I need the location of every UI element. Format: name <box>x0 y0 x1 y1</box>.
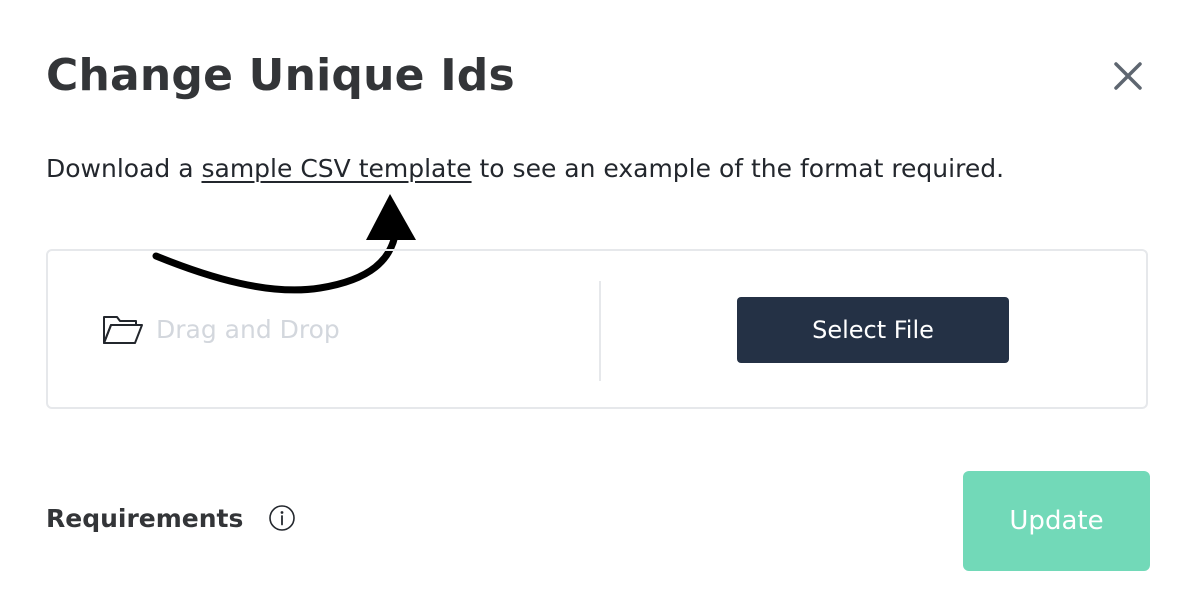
sample-csv-template-link[interactable]: sample CSV template <box>201 154 471 183</box>
update-button[interactable]: Update <box>963 471 1150 571</box>
folder-icon <box>103 316 143 344</box>
dialog-title: Change Unique Ids <box>46 50 515 101</box>
close-icon[interactable] <box>1110 58 1146 94</box>
drag-and-drop-label: Drag and Drop <box>156 315 340 344</box>
info-icon[interactable] <box>268 504 296 532</box>
change-unique-ids-dialog: Change Unique Ids Download a sample CSV … <box>0 0 1186 616</box>
requirements-label: Requirements <box>46 504 244 533</box>
file-dropzone[interactable]: Drag and Drop Select File <box>46 249 1148 409</box>
intro-suffix: to see an example of the format required… <box>471 154 1005 183</box>
intro-prefix: Download a <box>46 154 202 183</box>
select-file-button[interactable]: Select File <box>737 297 1009 363</box>
intro-text: Download a sample CSV template to see an… <box>46 150 1004 188</box>
dropzone-divider <box>599 281 601 381</box>
